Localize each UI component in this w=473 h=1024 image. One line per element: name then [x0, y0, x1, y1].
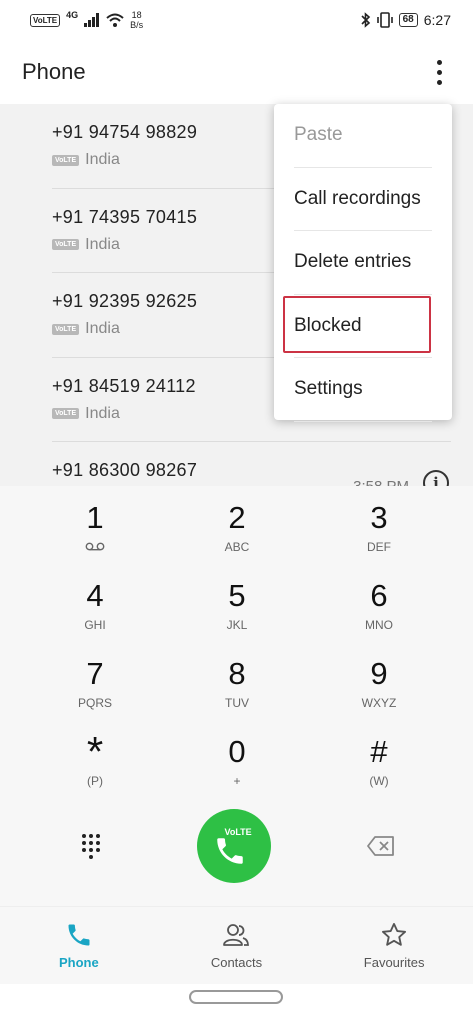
call-log-row[interactable]: +91 86300 98267 3:58 PM i [52, 442, 451, 486]
overflow-menu: Paste Call recordings Delete entries Blo… [274, 104, 452, 422]
key-digit: 5 [228, 578, 246, 613]
star-icon [382, 922, 407, 946]
menu-item-delete-entries[interactable]: Delete entries [294, 231, 432, 295]
menu-item-paste[interactable]: Paste [294, 104, 432, 168]
dialpad-actions: VoLTE [0, 806, 473, 886]
nav-label: Contacts [210, 955, 263, 970]
key-letters: GHI [84, 618, 106, 632]
call-location: India [85, 235, 120, 253]
key-letters: (P) [87, 774, 103, 788]
key-letters: PQRS [77, 696, 112, 710]
key-star[interactable]: * (P) [24, 728, 166, 810]
speed-unit: B/s [130, 20, 144, 30]
nav-label: Phone [58, 955, 99, 970]
key-0[interactable]: 0 + [166, 732, 308, 810]
key-letters: MNO [365, 618, 393, 632]
key-digit: * [86, 728, 104, 775]
status-right: 68 6:27 [361, 12, 451, 28]
bottom-nav: Phone Contacts Favourites [0, 906, 473, 984]
menu-item-blocked[interactable]: Blocked [294, 295, 432, 358]
key-letters: WXYZ [361, 696, 397, 710]
backspace-icon[interactable] [367, 836, 395, 856]
phone-handset-icon [216, 838, 243, 864]
volte-badge: VoLTE [52, 154, 80, 166]
page-title: Phone [22, 59, 86, 84]
key-digit: 6 [370, 578, 388, 613]
wifi-icon [106, 13, 124, 27]
nav-tab-contacts[interactable]: Contacts [176, 921, 296, 970]
key-letters: + [233, 774, 241, 788]
more-dot [436, 69, 442, 75]
contacts-icon [223, 924, 250, 946]
key-letters: (W) [369, 774, 389, 788]
phone-icon [68, 924, 90, 946]
more-dot [436, 79, 442, 85]
key-4[interactable]: 4 GHI [24, 576, 166, 654]
bluetooth-icon [361, 12, 370, 28]
volte-badge: VoLTE [52, 408, 80, 419]
key-digit: 3 [370, 500, 388, 535]
key-5[interactable]: 5 JKL [166, 576, 308, 654]
more-vertical-icon[interactable] [427, 57, 451, 87]
network-speed: 18 B/s [130, 10, 143, 30]
key-8[interactable]: 8 TUV [166, 654, 308, 732]
key-letters: JKL [226, 618, 248, 632]
key-digit: # [370, 734, 388, 769]
key-digit: 8 [228, 656, 246, 691]
call-location: India [85, 404, 120, 422]
key-digit: 4 [86, 578, 104, 613]
status-left: VoLTE 4G 18 B/s [30, 10, 143, 30]
call-button[interactable]: VoLTE [196, 809, 271, 883]
network-type: 4G [66, 10, 79, 20]
key-digit: 2 [228, 500, 246, 535]
dialpad: 1 2 ABC 3 DEF 4 GHI 5 JKL 6 MNO 7 PQRS 8 [0, 486, 473, 906]
call-location: India [85, 151, 120, 168]
key-letters: TUV [225, 696, 249, 710]
vibrate-icon [376, 12, 393, 28]
key-letters: ABC [224, 540, 250, 554]
nav-tab-favourites[interactable]: Favourites [334, 921, 454, 970]
call-time: 3:58 PM [353, 478, 409, 486]
key-hash[interactable]: # (W) [308, 732, 450, 810]
key-9[interactable]: 9 WXYZ [308, 654, 450, 732]
battery-icon: 68 [398, 13, 418, 27]
call-location: India [85, 320, 120, 337]
key-1[interactable]: 1 [24, 498, 166, 576]
status-bar: VoLTE 4G 18 B/s 68 6:27 [0, 0, 473, 40]
dialpad-keys: 1 2 ABC 3 DEF 4 GHI 5 JKL 6 MNO 7 PQRS 8 [0, 498, 473, 810]
key-2[interactable]: 2 ABC [166, 498, 308, 576]
key-3[interactable]: 3 DEF [308, 498, 450, 576]
signal-icon [84, 13, 100, 27]
volte-status-icon: VoLTE [30, 13, 61, 27]
dialpad-toggle-icon[interactable] [82, 833, 100, 859]
key-letters: DEF [367, 540, 391, 554]
app-header: Phone [0, 40, 473, 104]
key-6[interactable]: 6 MNO [308, 576, 450, 654]
home-indicator[interactable] [189, 990, 283, 1004]
key-digit: 0 [228, 734, 246, 769]
call-volte-label: VoLTE [224, 827, 252, 837]
speed-value: 18 [131, 10, 142, 20]
volte-badge: VoLTE [52, 239, 80, 250]
clock: 6:27 [423, 12, 451, 28]
volte-badge: VoLTE [52, 323, 80, 335]
key-digit: 1 [86, 500, 104, 535]
menu-item-settings[interactable]: Settings [294, 358, 432, 422]
more-dot [436, 59, 442, 65]
key-digit: 9 [370, 656, 388, 691]
key-7[interactable]: 7 PQRS [24, 654, 166, 732]
nav-label: Favourites [363, 955, 425, 970]
nav-tab-phone[interactable]: Phone [19, 921, 139, 970]
voicemail-icon [85, 542, 105, 551]
menu-item-call-recordings[interactable]: Call recordings [294, 168, 432, 231]
key-digit: 7 [86, 656, 104, 691]
